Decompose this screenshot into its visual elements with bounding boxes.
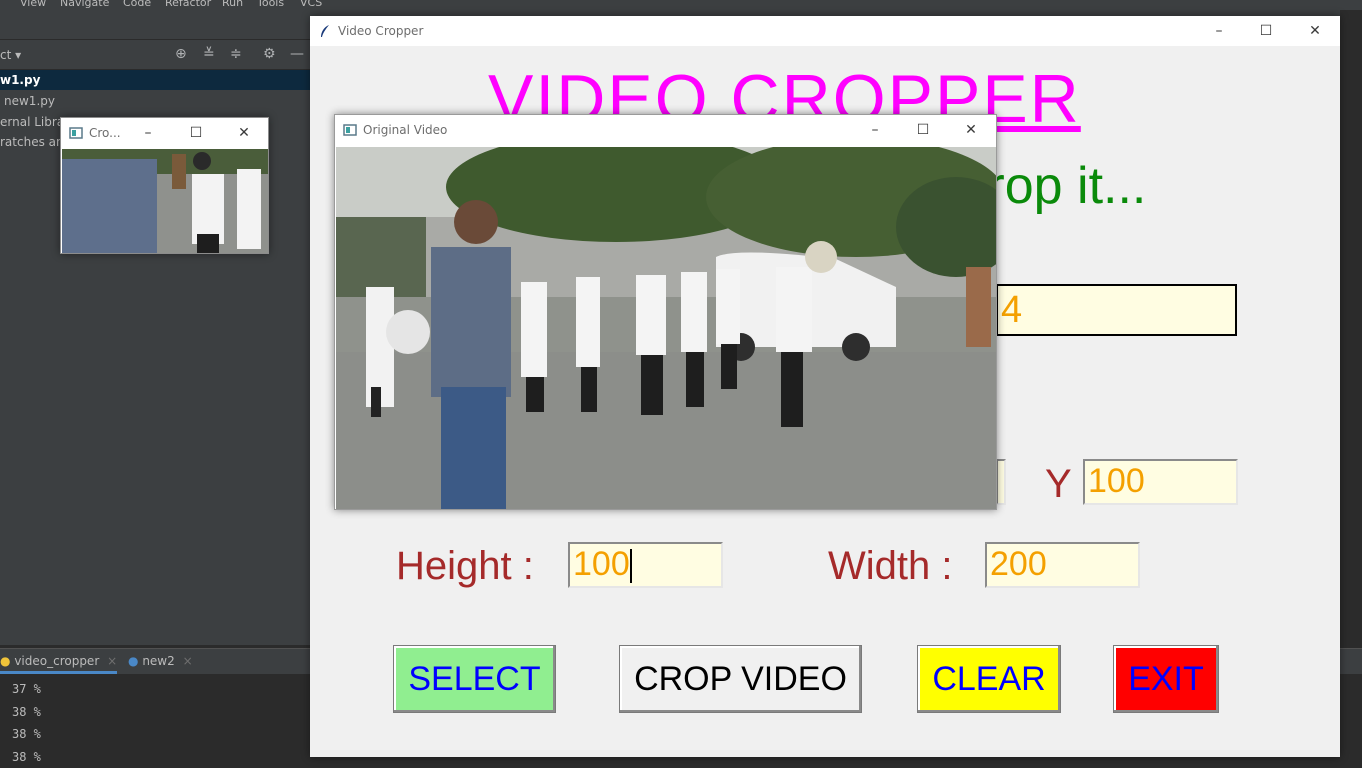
project-file-label: ernal Librar [0,115,70,129]
close-icon[interactable]: × [183,654,193,668]
console-line: 38 % [12,727,41,741]
titlebar[interactable]: Cro... – ☐ ✕ [61,118,268,148]
feather-icon [321,25,329,37]
expand-all-icon[interactable]: ≚ [203,46,215,62]
original-video-window: Original Video – ☐ ✕ [334,114,997,510]
menu-refactor[interactable]: Refactor [165,0,211,9]
width-value: 200 [990,545,1047,583]
height-label: Height : [396,544,534,588]
window-title: Cro... [89,126,121,140]
tab-label: new2 [142,654,175,668]
clear-button[interactable]: CLEAR [917,645,1061,713]
console-line: 38 % [12,705,41,719]
locate-icon[interactable]: ⊕ [175,46,187,62]
exit-button[interactable]: EXIT [1113,645,1219,713]
menu-vcs[interactable]: VCS [300,0,322,9]
maximize-button[interactable]: ☐ [1243,16,1289,46]
close-button[interactable]: ✕ [1292,16,1338,46]
ide-menubar: View Navigate Code Refactor Run Tools VC… [0,0,1362,10]
maximize-button[interactable]: ☐ [173,118,219,148]
project-file-label: new1.py [4,94,55,108]
titlebar[interactable]: Original Video – ☐ ✕ [335,115,996,146]
ide-right-gutter [1340,10,1362,660]
y-value: 100 [1088,462,1145,500]
tab-video-cropper[interactable]: ● video_cropper × [0,654,118,674]
maximize-button[interactable]: ☐ [900,115,946,145]
project-file-label: w1.py [0,73,41,87]
project-header: ct ▾ ⊕ ≚ ≑ ⚙ — [0,40,310,70]
video-frame [336,147,996,509]
width-label: Width : [828,544,953,588]
python-icon: ● [0,654,11,668]
console-line: 37 % [12,682,41,696]
cropped-video-frame [62,149,268,253]
project-file-new1-child[interactable]: new1.py [0,91,310,111]
menu-tools[interactable]: Tools [257,0,284,9]
python-icon: ● [128,654,139,668]
window-title: Video Cropper [338,24,424,38]
text-cursor [629,549,632,584]
project-file-new1[interactable]: w1.py [0,70,310,90]
video-frame-image [336,147,996,509]
file-path-value: 4 [1001,289,1023,331]
project-dropdown[interactable]: ct ▾ [0,48,21,62]
select-button[interactable]: SELECT [393,645,556,713]
close-icon[interactable]: × [107,654,117,668]
minimize-button[interactable]: – [125,118,171,148]
window-title: Original Video [363,123,448,137]
app-window-icon [69,127,83,139]
cropped-frame-image [62,149,268,253]
gear-icon[interactable]: ⚙ [263,46,276,62]
x-entry[interactable] [996,459,1006,505]
menu-navigate[interactable]: Navigate [60,0,109,9]
minimize-button[interactable]: – [1196,16,1242,46]
minimize-button[interactable]: – [852,115,898,145]
titlebar[interactable]: Video Cropper – ☐ ✕ [310,16,1340,46]
hide-panel-icon[interactable]: — [290,46,304,62]
cropped-video-window: Cro... – ☐ ✕ [60,117,269,254]
height-entry[interactable]: 100 [568,542,723,588]
file-path-entry[interactable]: 4 [996,284,1237,336]
crop-video-button[interactable]: CROP VIDEO [619,645,862,713]
y-entry[interactable]: 100 [1083,459,1238,505]
app-window-icon [343,124,357,136]
project-label: ct [0,48,12,62]
y-label: Y [1045,462,1072,506]
tab-new2[interactable]: ● new2 × [128,654,193,668]
close-button[interactable]: ✕ [948,115,994,145]
tab-label: video_cropper [14,654,100,668]
menu-view[interactable]: View [20,0,46,9]
collapse-all-icon[interactable]: ≑ [230,46,242,62]
width-entry[interactable]: 200 [985,542,1140,588]
height-value: 100 [573,545,630,583]
console-line: 38 % [12,750,41,764]
menu-run[interactable]: Run [222,0,243,9]
close-button[interactable]: ✕ [221,118,267,148]
menu-code[interactable]: Code [123,0,151,9]
